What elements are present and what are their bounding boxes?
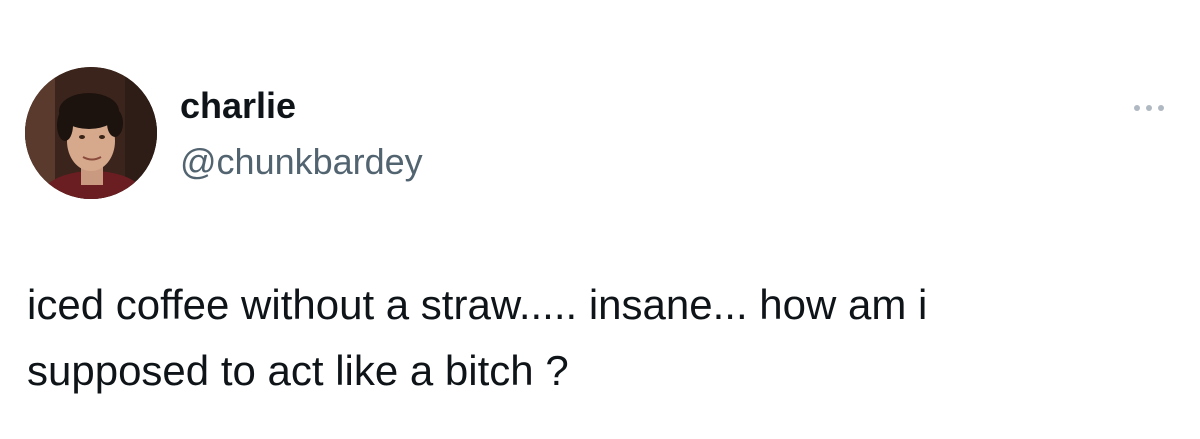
tweet-text: iced coffee without a straw..... insane.… — [27, 281, 928, 394]
more-dot — [1134, 105, 1140, 111]
avatar[interactable] — [25, 67, 157, 199]
tweet-card: charlie @chunkbardey iced coffee without… — [0, 0, 1200, 439]
more-options-icon[interactable] — [1124, 96, 1174, 120]
display-name[interactable]: charlie — [180, 84, 296, 128]
more-dot — [1146, 105, 1152, 111]
more-dot — [1158, 105, 1164, 111]
user-handle[interactable]: @chunkbardey — [180, 140, 423, 184]
avatar-image — [25, 67, 157, 199]
